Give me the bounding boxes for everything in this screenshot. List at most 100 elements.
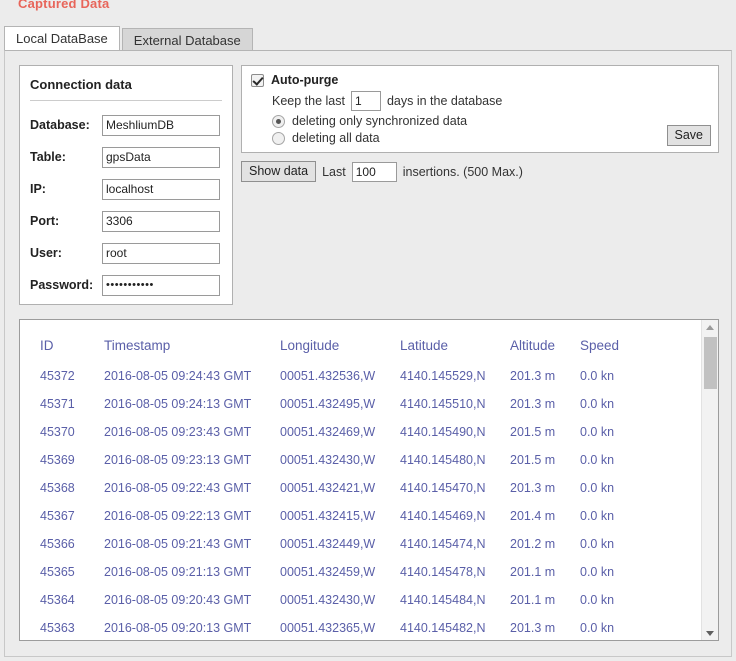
keep-last-label: Keep the last <box>272 94 345 108</box>
database-field[interactable] <box>102 114 220 136</box>
cell-latitude: 4140.145480,N <box>400 453 486 467</box>
cell-latitude: 4140.145478,N <box>400 565 486 579</box>
days-in-database-label: days in the database <box>386 94 503 108</box>
ip-field[interactable] <box>102 178 220 200</box>
cell-longitude: 00051.432365,W <box>280 621 376 635</box>
scroll-down-arrow-icon[interactable] <box>702 625 718 640</box>
cell-altitude: 201.5 m <box>510 425 556 439</box>
connection-row-0: Database: <box>20 109 232 141</box>
cell-id: 45364 <box>40 593 75 607</box>
cell-speed: 0.0 kn <box>580 397 615 411</box>
password-field[interactable] <box>102 274 220 296</box>
cell-latitude: 4140.145529,N <box>400 369 486 383</box>
cell-speed: 0.0 kn <box>580 481 615 495</box>
cell-altitude: 201.1 m <box>510 565 556 579</box>
user-field-label: User: <box>30 246 62 260</box>
cell-id: 45363 <box>40 621 75 635</box>
column-header-id: ID <box>40 337 54 353</box>
table-row: 45365 2016-08-05 09:21:13 GMT 00051.432459… <box>20 558 700 586</box>
tab-external-database[interactable]: External Database <box>121 28 253 51</box>
table-header-row: ID Timestamp Longitude Latitude Altitude Spee… <box>20 320 700 362</box>
connection-row-5: Password: <box>20 269 232 301</box>
cell-altitude: 201.5 m <box>510 453 556 467</box>
cell-id: 45370 <box>40 425 75 439</box>
captured-data-table-panel: ID Timestamp Longitude Latitude Altitude Spee… <box>19 319 719 641</box>
show-data-button[interactable]: Show data <box>241 161 317 182</box>
cell-timestamp: 2016-08-05 09:22:13 GMT <box>104 509 252 523</box>
table-scroll-viewport: ID Timestamp Longitude Latitude Altitude Spee… <box>20 320 700 640</box>
cell-altitude: 201.2 m <box>510 537 556 551</box>
cell-timestamp: 2016-08-05 09:21:43 GMT <box>104 537 252 551</box>
connection-row-3: Port: <box>20 205 232 237</box>
cell-timestamp: 2016-08-05 09:24:43 GMT <box>104 369 252 383</box>
content-board: Connection data Database: Table: IP: Port: U… <box>4 50 732 657</box>
cell-timestamp: 2016-08-05 09:20:43 GMT <box>104 593 252 607</box>
last-insertions-input[interactable] <box>351 161 397 182</box>
radio-synchronized-label: deleting only synchronized data <box>292 114 468 128</box>
insertions-suffix-label: insertions. (500 Max.) <box>402 164 523 179</box>
cell-timestamp: 2016-08-05 09:21:13 GMT <box>104 565 252 579</box>
cell-longitude: 00051.432421,W <box>280 481 376 495</box>
cell-id: 45365 <box>40 565 75 579</box>
cell-timestamp: 2016-08-05 09:20:13 GMT <box>104 621 252 635</box>
database-field-label: Database: <box>30 118 90 132</box>
cell-speed: 0.0 kn <box>580 425 615 439</box>
table-field[interactable] <box>102 146 220 168</box>
cell-speed: 0.0 kn <box>580 593 615 607</box>
scroll-up-arrow-icon[interactable] <box>702 320 718 335</box>
cell-longitude: 00051.432495,W <box>280 397 376 411</box>
cell-altitude: 201.3 m <box>510 481 556 495</box>
connection-row-4: User: <box>20 237 232 269</box>
auto-purge-panel: Auto-purge Keep the last days in the dat… <box>241 65 719 153</box>
cell-id: 45367 <box>40 509 75 523</box>
column-header-longitude: Longitude <box>280 337 340 353</box>
table-row: 45370 2016-08-05 09:23:43 GMT 00051.432469… <box>20 418 700 446</box>
table-row: 45369 2016-08-05 09:23:13 GMT 00051.432430… <box>20 446 700 474</box>
cell-longitude: 00051.432469,W <box>280 425 376 439</box>
connection-row-2: IP: <box>20 173 232 205</box>
tab-strip: Local DataBase External Database <box>4 26 253 51</box>
radio-all-data-indicator[interactable] <box>272 131 285 145</box>
cell-latitude: 4140.145484,N <box>400 593 486 607</box>
save-button[interactable]: Save <box>666 125 711 146</box>
cell-latitude: 4140.145510,N <box>400 397 486 411</box>
page-title: Captured Data <box>18 0 110 11</box>
cell-speed: 0.0 kn <box>580 453 615 467</box>
cell-speed: 0.0 kn <box>580 537 615 551</box>
scrollbar-thumb[interactable] <box>704 337 717 389</box>
cell-longitude: 00051.432449,W <box>280 537 376 551</box>
radio-option-synchronized[interactable]: deleting only synchronized data <box>242 114 718 128</box>
cell-longitude: 00051.432459,W <box>280 565 376 579</box>
table-scrollbar[interactable] <box>701 320 718 640</box>
cell-speed: 0.0 kn <box>580 509 615 523</box>
cell-id: 45366 <box>40 537 75 551</box>
cell-id: 45369 <box>40 453 75 467</box>
auto-purge-checkbox[interactable] <box>251 73 264 87</box>
tab-local-database[interactable]: Local DataBase <box>4 26 120 51</box>
cell-latitude: 4140.145490,N <box>400 425 486 439</box>
column-header-altitude: Altitude <box>510 337 556 353</box>
table-row: 45363 2016-08-05 09:20:13 GMT 00051.432365… <box>20 614 700 640</box>
radio-synchronized-indicator[interactable] <box>272 114 285 128</box>
keep-days-line: Keep the last days in the database <box>242 91 718 111</box>
table-row: 45371 2016-08-05 09:24:13 GMT 00051.432495… <box>20 390 700 418</box>
table-row: 45368 2016-08-05 09:22:43 GMT 00051.432421… <box>20 474 700 502</box>
cell-timestamp: 2016-08-05 09:23:13 GMT <box>104 453 252 467</box>
column-header-timestamp: Timestamp <box>104 337 171 353</box>
cell-id: 45371 <box>40 397 75 411</box>
keep-days-input[interactable] <box>350 91 381 111</box>
auto-purge-label: Auto-purge <box>271 73 339 87</box>
captured-data-table: ID Timestamp Longitude Latitude Altitude Spee… <box>20 320 700 640</box>
table-field-label: Table: <box>30 150 66 164</box>
radio-option-all-data[interactable]: deleting all data <box>242 131 718 145</box>
table-row: 45366 2016-08-05 09:21:43 GMT 00051.432449… <box>20 530 700 558</box>
column-header-latitude: Latitude <box>400 337 449 353</box>
cell-timestamp: 2016-08-05 09:24:13 GMT <box>104 397 252 411</box>
column-header-speed: Speed <box>580 337 620 353</box>
port-field-label: Port: <box>30 214 60 228</box>
port-field[interactable] <box>102 210 220 232</box>
user-field[interactable] <box>102 242 220 264</box>
cell-speed: 0.0 kn <box>580 565 615 579</box>
cell-timestamp: 2016-08-05 09:22:43 GMT <box>104 481 252 495</box>
cell-longitude: 00051.432415,W <box>280 509 376 523</box>
